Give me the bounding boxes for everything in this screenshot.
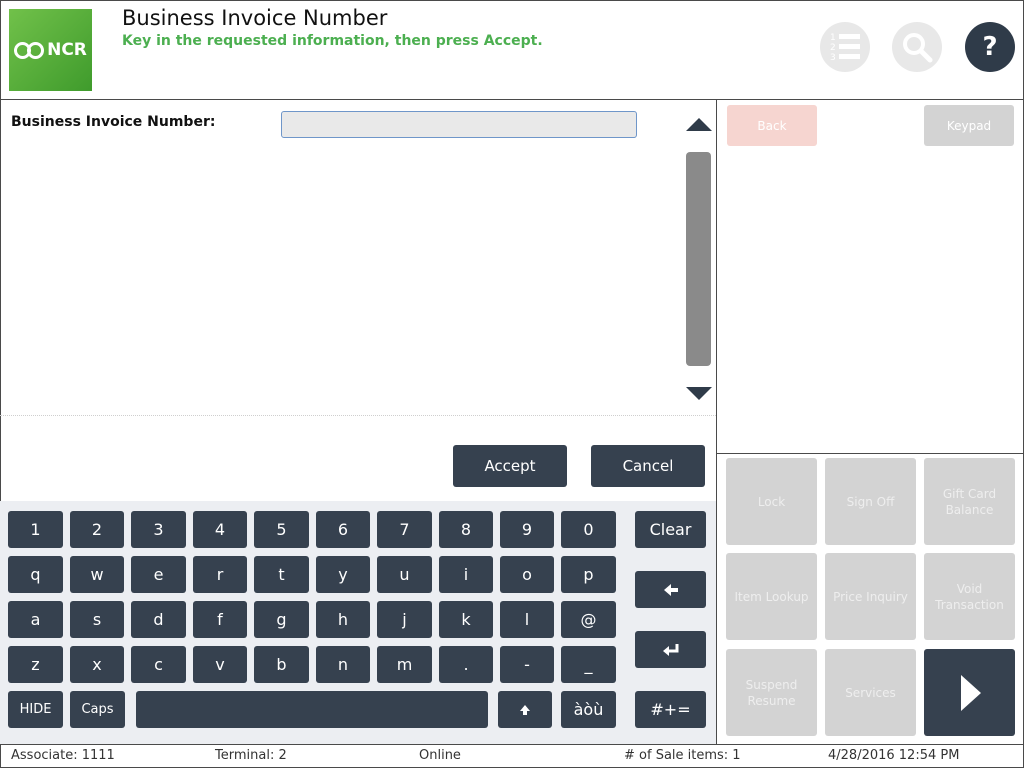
sale-items-count: # of Sale items: 1 [624,748,741,763]
key-4-1[interactable]: z [8,646,63,683]
key-1-3[interactable]: 3 [131,511,186,548]
backspace-arrow-left-icon[interactable] [635,571,706,608]
form-panel: Business Invoice Number: Accept Cancel [0,101,717,501]
space-key[interactable] [136,691,488,728]
key-2-9[interactable]: o [500,556,554,593]
key-4-9[interactable]: - [500,646,554,683]
connection-status: Online [419,748,461,763]
hide-keyboard-key[interactable]: HIDE [8,691,63,728]
shift-arrow-up-icon[interactable] [498,691,552,728]
right-panel-divider [717,453,1024,454]
clear-key[interactable]: Clear [635,511,706,548]
associate-status: Associate: 1111 [11,748,115,763]
key-3-2[interactable]: s [70,601,124,638]
key-3-4[interactable]: f [193,601,247,638]
key-4-5[interactable]: b [254,646,309,683]
void-transaction-button: Void Transaction [924,553,1015,640]
key-1-5[interactable]: 5 [254,511,309,548]
key-1-7[interactable]: 7 [377,511,432,548]
key-4-10[interactable]: _ [561,646,616,683]
key-1-10[interactable]: 0 [561,511,616,548]
scroll-up-arrow-icon[interactable] [686,118,712,131]
key-2-3[interactable]: e [131,556,186,593]
svg-text:3: 3 [830,53,836,63]
key-1-2[interactable]: 2 [70,511,124,548]
enter-return-icon[interactable] [635,631,706,668]
suspend-resume-button: Suspend Resume [726,649,817,736]
terminal-status: Terminal: 2 [215,748,287,763]
help-icon[interactable]: ? [965,22,1015,72]
date-time: 4/28/2016 12:54 PM [828,748,960,763]
status-bar: Associate: 1111 Terminal: 2 Online # of … [0,744,1024,768]
key-2-5[interactable]: t [254,556,309,593]
key-4-6[interactable]: n [316,646,370,683]
separator [0,415,716,416]
gift-card-balance-button: Gift Card Balance [924,458,1015,545]
page-title: Business Invoice Number [122,6,388,30]
key-4-7[interactable]: m [377,646,432,683]
price-inquiry-button: Price Inquiry [825,553,916,640]
key-4-3[interactable]: c [131,646,186,683]
lock-button: Lock [726,458,817,545]
accents-key[interactable]: àòù [561,691,616,728]
sign-off-button: Sign Off [825,458,916,545]
key-3-9[interactable]: l [500,601,554,638]
key-4-8[interactable]: . [439,646,493,683]
key-2-10[interactable]: p [561,556,616,593]
caps-key[interactable]: Caps [70,691,125,728]
key-3-3[interactable]: d [131,601,186,638]
key-4-4[interactable]: v [193,646,247,683]
key-1-9[interactable]: 9 [500,511,554,548]
symbols-key[interactable]: #+= [635,691,706,728]
key-1-8[interactable]: 8 [439,511,493,548]
key-3-7[interactable]: j [377,601,432,638]
key-1-4[interactable]: 4 [193,511,247,548]
item-lookup-button: Item Lookup [726,553,817,640]
page-instructions: Key in the requested information, then p… [122,33,543,49]
key-1-1[interactable]: 1 [8,511,63,548]
invoice-number-input[interactable] [281,111,637,138]
logo-text: NCR [47,40,87,60]
keypad-button: Keypad [924,105,1014,146]
key-1-6[interactable]: 6 [316,511,370,548]
key-3-5[interactable]: g [254,601,309,638]
key-2-4[interactable]: r [193,556,247,593]
logo-ring-icon [27,41,45,59]
svg-text:2: 2 [830,43,836,53]
scrollbar-thumb[interactable] [686,152,711,366]
key-2-8[interactable]: i [439,556,493,593]
key-2-1[interactable]: q [8,556,63,593]
back-button: Back [727,105,817,146]
search-icon[interactable] [892,22,942,72]
invoice-number-label: Business Invoice Number: [11,114,216,130]
cancel-button[interactable]: Cancel [591,445,705,487]
header: NCR Business Invoice Number Key in the r… [0,0,1024,100]
key-2-2[interactable]: w [70,556,124,593]
numbered-list-icon[interactable]: 1 2 3 [820,22,870,72]
accept-button[interactable]: Accept [453,445,567,487]
next-page-arrow-icon[interactable] [924,649,1015,736]
key-3-10[interactable]: @ [561,601,616,638]
scroll-down-arrow-icon[interactable] [686,387,712,400]
services-button: Services [825,649,916,736]
onscreen-keyboard: 1 2 3 4 5 6 7 8 9 0 q w e r t y u i o p a s d f g h j k l @ z x c v b n m. - _… [0,501,716,744]
key-3-8[interactable]: k [439,601,493,638]
key-2-7[interactable]: u [377,556,432,593]
svg-text:1: 1 [830,33,836,43]
key-2-6[interactable]: y [316,556,370,593]
key-3-1[interactable]: a [8,601,63,638]
key-4-2[interactable]: x [70,646,124,683]
key-3-6[interactable]: h [316,601,370,638]
ncr-logo: NCR [9,9,92,91]
